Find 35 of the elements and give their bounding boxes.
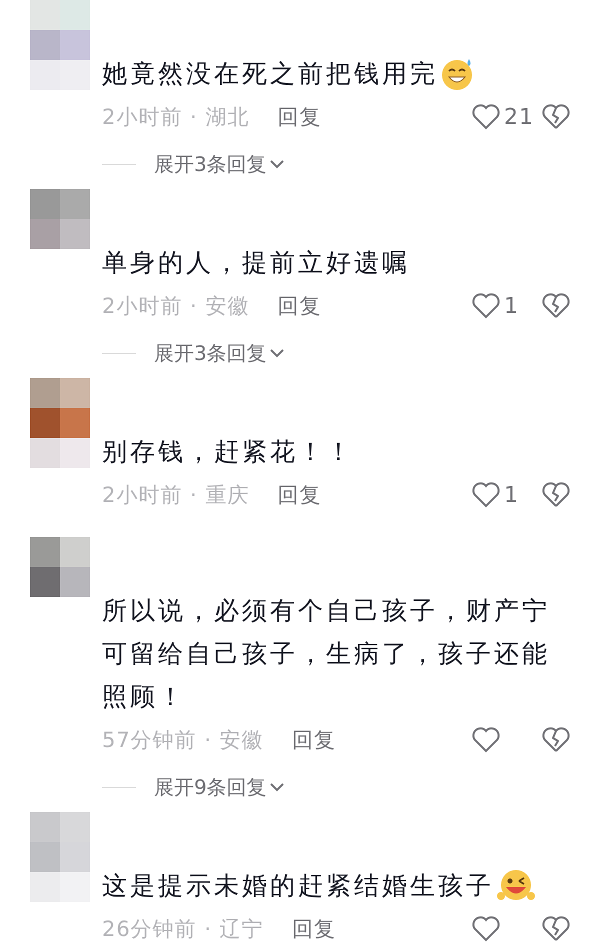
heart-icon[interactable] xyxy=(472,916,500,942)
like-count: 21 xyxy=(504,104,534,130)
comment-text: 别存钱，赶紧花！！ xyxy=(102,436,354,468)
chevron-down-icon xyxy=(268,347,285,359)
reply-link[interactable]: 回复 xyxy=(292,915,336,943)
reply-link[interactable]: 回复 xyxy=(277,103,322,131)
broken-heart-icon[interactable] xyxy=(542,293,570,319)
heart-icon[interactable] xyxy=(472,727,500,753)
comment-text: 这是提示未婚的赶紧结婚生孩子 xyxy=(102,870,494,902)
heart-icon[interactable] xyxy=(472,482,500,508)
chevron-down-icon xyxy=(268,781,285,793)
chevron-down-icon xyxy=(268,158,285,170)
comment-text: 单身的人，提前立好遗嘱 xyxy=(102,247,410,279)
broken-heart-icon[interactable] xyxy=(542,482,570,508)
like-count: 1 xyxy=(504,294,519,318)
reply-link[interactable]: 回复 xyxy=(277,481,322,509)
broken-heart-icon[interactable] xyxy=(542,104,570,130)
broken-heart-icon[interactable] xyxy=(542,727,570,753)
comment-text: 她竟然没在死之前把钱用完 xyxy=(102,58,438,90)
like-count: 1 xyxy=(504,482,519,508)
comment-meta: 2小时前 · 重庆 xyxy=(102,482,250,509)
reply-link[interactable]: 回复 xyxy=(292,726,336,754)
expand-replies-link[interactable]: 展开3条回复 xyxy=(154,340,285,366)
heart-icon[interactable] xyxy=(472,104,500,130)
expand-replies-link[interactable]: 展开3条回复 xyxy=(154,150,285,178)
grinning-sweat-emoji-icon xyxy=(440,56,474,90)
reply-link[interactable]: 回复 xyxy=(277,292,322,320)
broken-heart-icon[interactable] xyxy=(542,916,570,942)
comment-meta: 2小时前 · 湖北 xyxy=(102,104,250,131)
comment-meta: 2小时前 · 安徽 xyxy=(102,293,250,320)
heart-icon[interactable] xyxy=(472,293,500,319)
expand-replies-link[interactable]: 展开9条回复 xyxy=(154,774,285,800)
comment-text: 所以说，必须有个自己孩子，财产宁可留给自己孩子，生病了，孩子还能照顾！ xyxy=(102,595,551,713)
comment-meta: 57分钟前 · 安徽 xyxy=(102,727,264,754)
comment-meta: 26分钟前 · 辽宁 xyxy=(102,916,264,943)
